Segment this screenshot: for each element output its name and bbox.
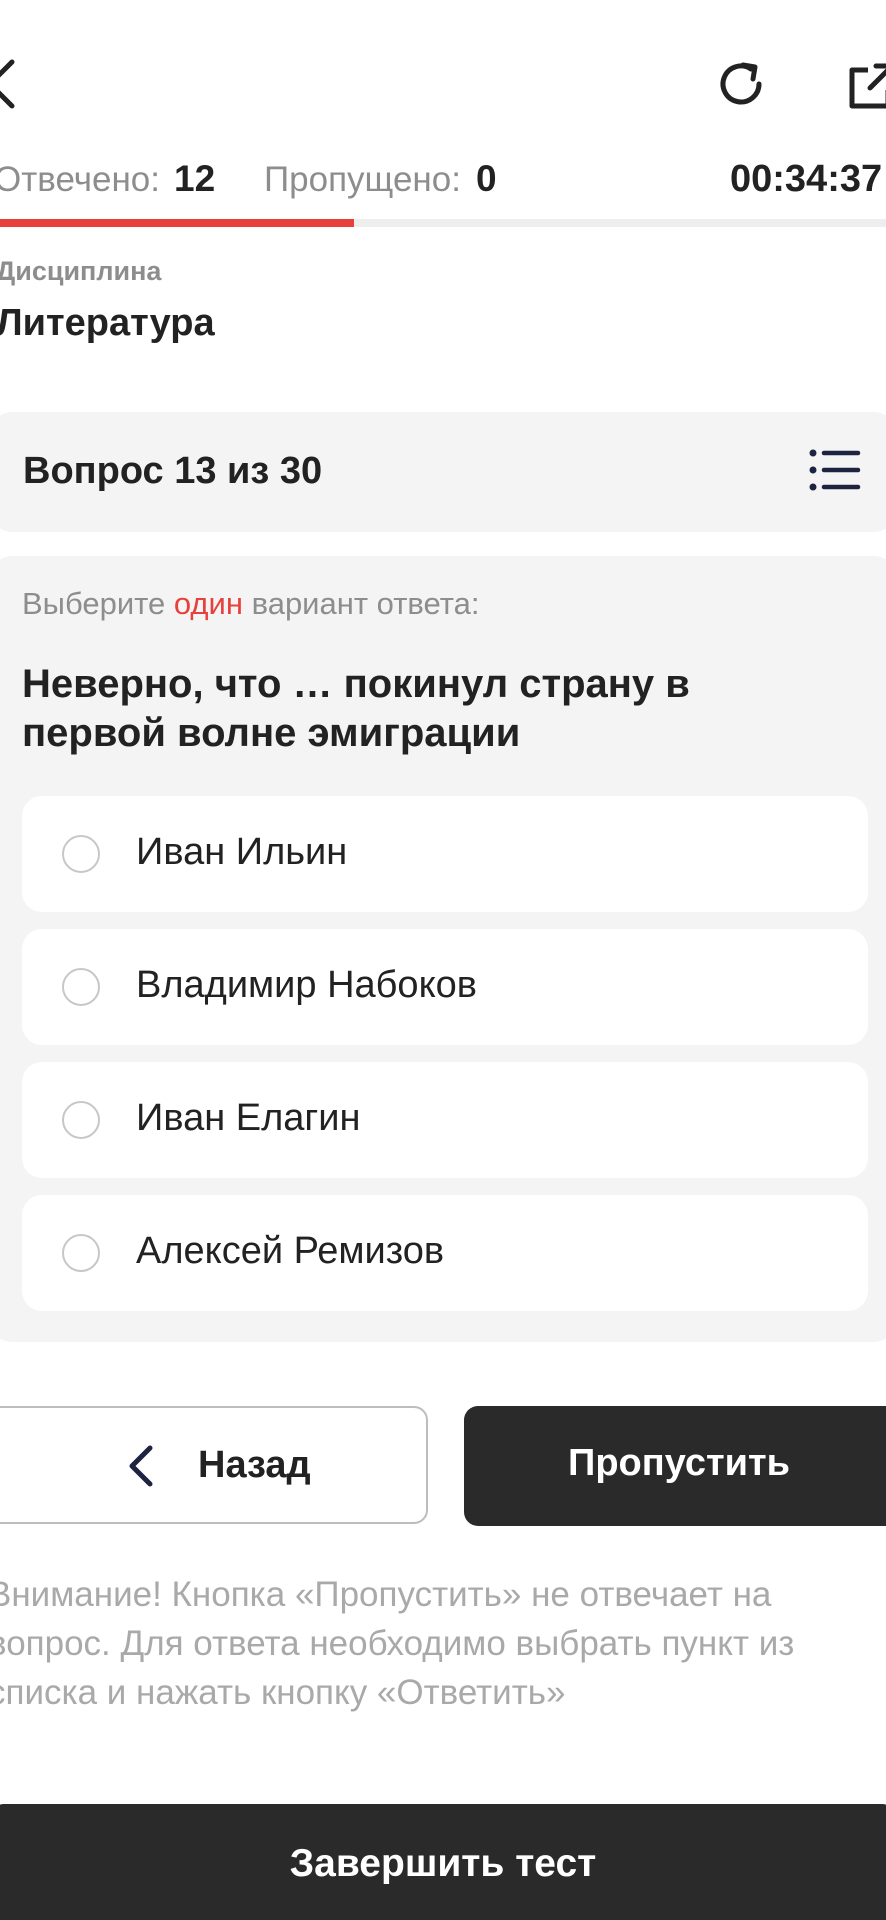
answer-option[interactable]: Алексей Ремизов (22, 1195, 868, 1311)
progress-fill (0, 219, 355, 227)
test-screen: Отвечено: 12 Пропущено: 0 00:34:37 Дисци… (0, 0, 886, 1920)
finish-test-button[interactable]: Завершить тест (0, 1804, 886, 1920)
skip-warning: Внимание! Кнопка «Пропустить» не отвечае… (0, 1575, 795, 1712)
discipline-value: Литература (0, 302, 215, 344)
finish-test-label: Завершить тест (289, 1842, 597, 1885)
instruction-text-after: вариант ответа: (242, 586, 480, 621)
question-body: Выберите один вариант ответа: Неверно, ч… (0, 556, 886, 1342)
skip-button[interactable]: Пропустить (464, 1406, 886, 1526)
back-chevron-icon[interactable] (0, 58, 16, 110)
refresh-icon[interactable] (713, 56, 769, 112)
progress-bar (0, 219, 886, 227)
answer-option[interactable]: Иван Елагин (22, 1062, 868, 1178)
radio-button[interactable] (62, 835, 100, 873)
answered-label: Отвечено: (0, 160, 160, 199)
test-stats: Отвечено: 12 Пропущено: 0 00:34:37 (0, 154, 886, 202)
answered-count: 12 (174, 158, 216, 199)
top-bar: Отвечено: 12 Пропущено: 0 00:34:37 (0, 0, 886, 200)
back-button-label: Назад (198, 1444, 311, 1486)
answer-option[interactable]: Иван Ильин (22, 796, 868, 912)
timer: 00:34:37 (730, 158, 883, 200)
question-list-icon[interactable] (808, 448, 862, 492)
question-text: Неверно, что … покинул страну в первой в… (22, 662, 690, 755)
question-counter: Вопрос 13 из 30 (23, 450, 323, 492)
option-label: Владимир Набоков (136, 964, 477, 1006)
back-button[interactable]: Назад (0, 1406, 428, 1524)
radio-button[interactable] (62, 1234, 100, 1272)
chevron-left-icon (129, 1445, 153, 1487)
discipline-label: Дисциплина (0, 256, 162, 286)
instruction-text-before: Выберите (22, 586, 174, 621)
answer-instruction: Выберите один вариант ответа: (22, 586, 479, 622)
radio-button[interactable] (62, 1101, 100, 1139)
question-header: Вопрос 13 из 30 (0, 412, 886, 532)
skipped-label: Пропущено: (264, 160, 461, 199)
open-external-icon[interactable] (846, 60, 886, 112)
radio-button[interactable] (62, 968, 100, 1006)
instruction-accent: один (173, 586, 243, 621)
skip-button-label: Пропустить (568, 1442, 790, 1484)
option-label: Алексей Ремизов (136, 1230, 445, 1272)
answer-option[interactable]: Владимир Набоков (22, 929, 868, 1045)
skipped-count: 0 (476, 158, 497, 199)
option-label: Иван Елагин (136, 1097, 361, 1139)
option-label: Иван Ильин (136, 831, 348, 873)
